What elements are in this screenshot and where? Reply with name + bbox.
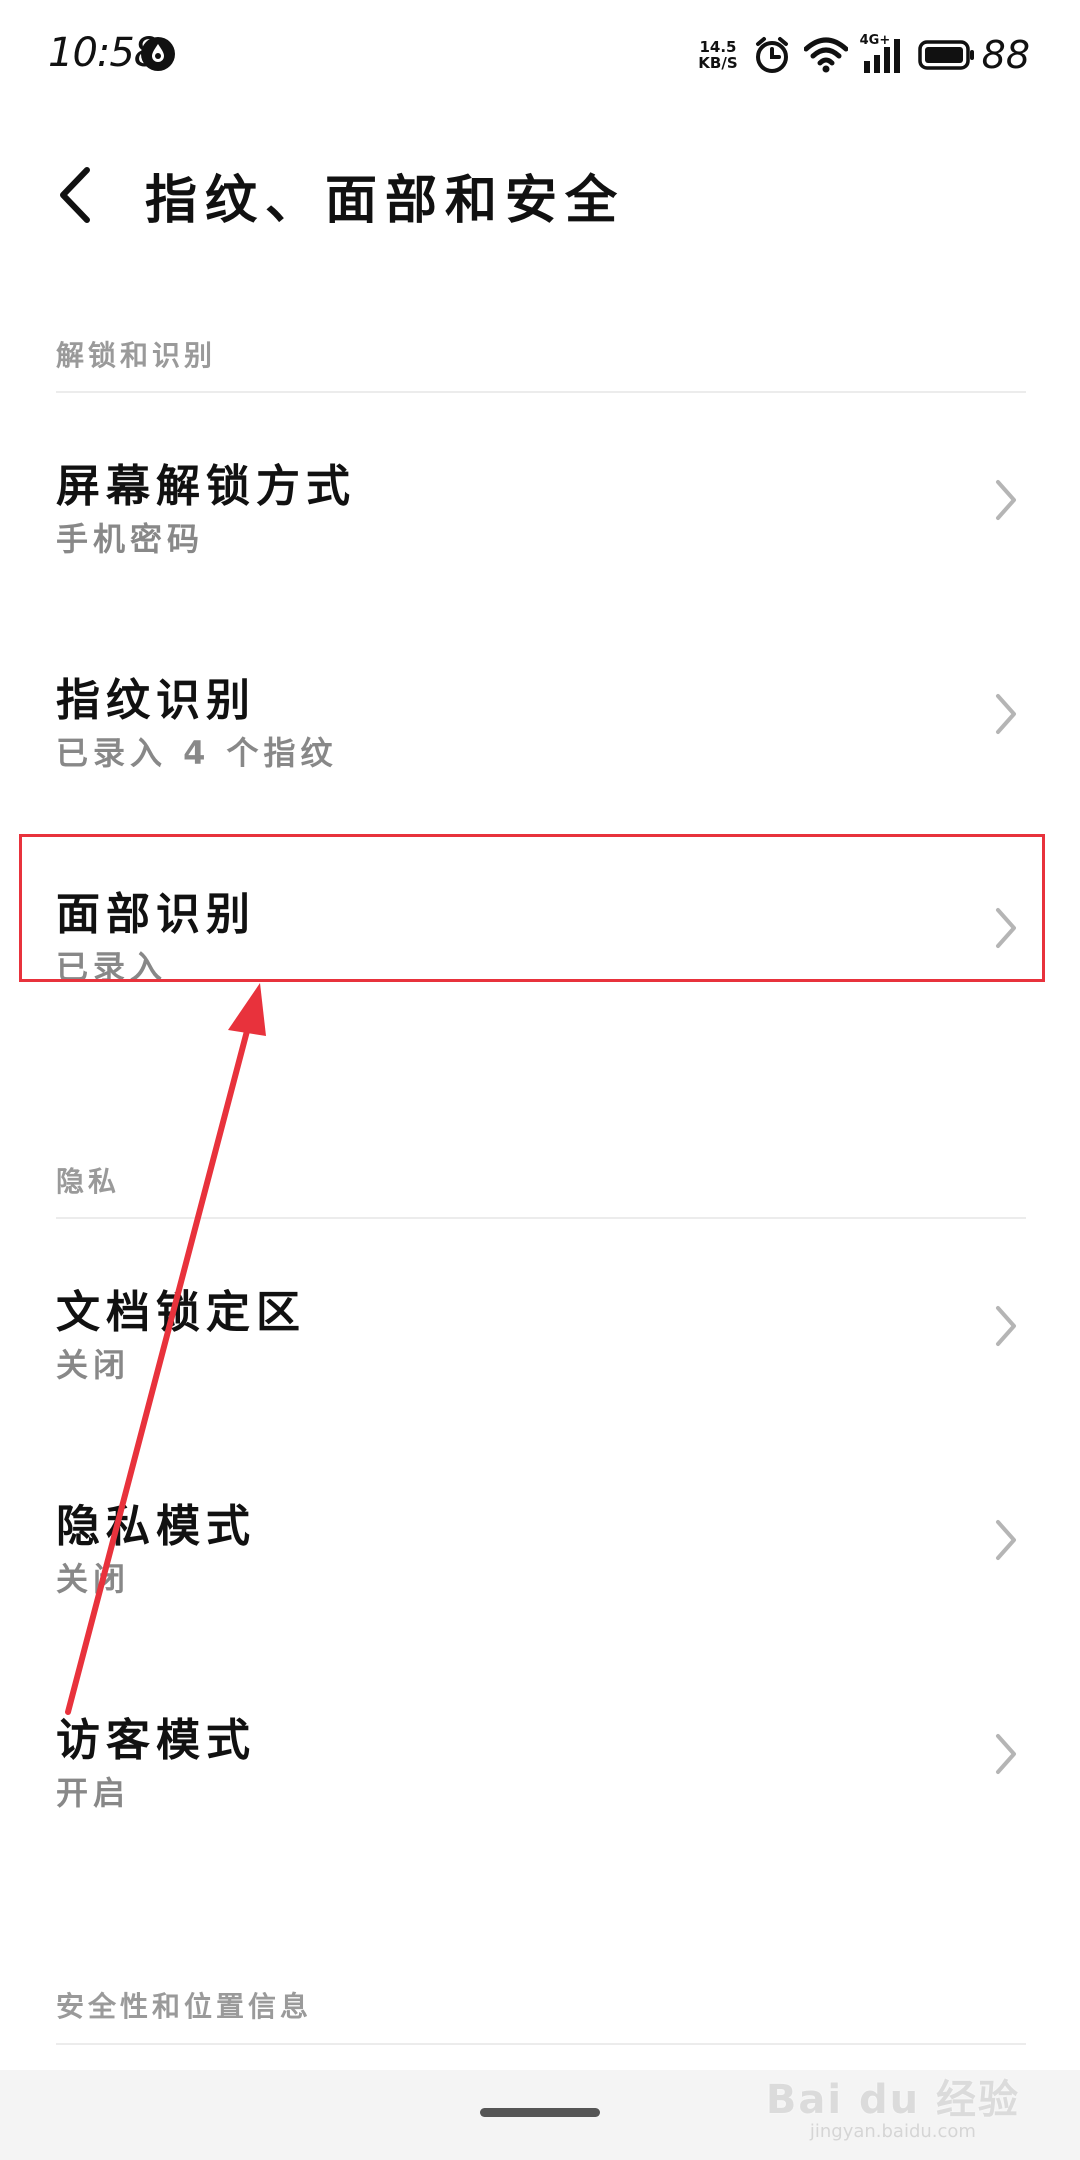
network-speed: 14.5 KB/S (698, 39, 737, 71)
item-subtitle: 已录入 4 个指纹 (56, 734, 338, 772)
list-item-fingerprint[interactable]: 指纹识别 已录入 4 个指纹 (0, 614, 1080, 814)
item-subtitle: 手机密码 (56, 520, 205, 558)
item-subtitle: 已录入 (56, 948, 168, 986)
item-subtitle: 关闭 (56, 1346, 131, 1384)
status-icons: 14.5 KB/S 4G+ 88 (698, 30, 1030, 80)
item-title: 文档锁定区 (56, 1287, 306, 1338)
watermark: Bai du 经验 jingyan.baidu.com (766, 2067, 1020, 2142)
chevron-left-icon (60, 167, 90, 223)
item-title: 面部识别 (56, 889, 256, 940)
list-item-document-lock[interactable]: 文档锁定区 关闭 (0, 1226, 1080, 1426)
chevron-right-icon (996, 1734, 1016, 1774)
chevron-right-icon (996, 694, 1016, 734)
network-speed-unit: KB/S (698, 54, 738, 72)
item-title: 屏幕解锁方式 (56, 461, 356, 512)
network-speed-value: 14.5 (699, 38, 737, 56)
home-gesture-handle[interactable] (480, 2108, 600, 2117)
divider (56, 391, 1026, 393)
section-header-location: 安全性和位置信息 (56, 1990, 313, 2023)
divider (56, 1217, 1026, 1219)
alarm-clock-icon (755, 37, 788, 73)
status-bar: 10:58 14.5 KB/S 4G+ 88 (0, 0, 1080, 110)
chevron-right-icon (996, 1306, 1016, 1346)
water-drop-icon (141, 37, 175, 71)
item-title: 访客模式 (56, 1715, 256, 1766)
wifi-icon (803, 37, 848, 73)
bottom-navigation-bar: Bai du 经验 jingyan.baidu.com (0, 2070, 1080, 2160)
cellular-signal: 4G+ (860, 33, 906, 75)
item-subtitle: 关闭 (56, 1560, 131, 1598)
divider (56, 2043, 1026, 2045)
item-title: 隐私模式 (56, 1501, 256, 1552)
list-item-screen-lock[interactable]: 屏幕解锁方式 手机密码 (0, 400, 1080, 600)
watermark-brand: Bai du 经验 (765, 2077, 1020, 2123)
list-item-privacy-mode[interactable]: 隐私模式 关闭 (0, 1440, 1080, 1640)
battery-icon (917, 40, 974, 70)
chevron-right-icon (996, 908, 1016, 948)
chevron-right-icon (996, 1520, 1016, 1560)
chevron-right-icon (996, 480, 1016, 520)
watermark-url: jingyan.baidu.com (809, 2121, 976, 2142)
section-header-unlock: 解锁和识别 (56, 339, 217, 372)
back-button[interactable] (40, 150, 110, 240)
section-header-privacy: 隐私 (56, 1165, 121, 1198)
battery-percent: 88 (981, 33, 1030, 77)
list-item-face-recognition[interactable]: 面部识别 已录入 (0, 828, 1080, 1028)
cellular-signal-icon (863, 39, 900, 73)
page-title: 指纹、面部和安全 (145, 171, 626, 231)
item-subtitle: 开启 (56, 1774, 131, 1812)
item-title: 指纹识别 (56, 675, 256, 726)
list-item-guest-mode[interactable]: 访客模式 开启 (0, 1654, 1080, 1854)
